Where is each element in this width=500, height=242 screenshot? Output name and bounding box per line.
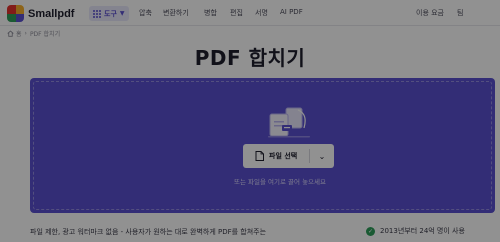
choose-file-label: 파일 선택: [269, 152, 298, 160]
breadcrumb-separator: ›: [24, 30, 27, 37]
breadcrumb-current: PDF 합치기: [29, 31, 61, 38]
chevron-down-icon[interactable]: ⌄: [310, 144, 334, 168]
drop-hint: 또는 파일을 여기로 끌어 놓으세요: [234, 178, 326, 186]
home-icon[interactable]: [7, 30, 14, 37]
check-circle-icon: ✓: [366, 226, 375, 236]
trust-badge: ✓ 2013년부터 24억 명이 사용: [366, 226, 465, 236]
logo[interactable]: Smallpdf: [7, 5, 74, 22]
page-title: PDF 합치기: [194, 46, 306, 70]
nav-pricing[interactable]: 이용 요금: [416, 8, 444, 18]
nav-compress[interactable]: 압축: [139, 8, 152, 18]
description-line-1: 파일 제한, 광고 워터마크 없음 - 사용자가 원하는 대로 완벽하게 PDF…: [30, 228, 267, 236]
files-illustration-icon: [268, 107, 310, 138]
file-icon: [255, 151, 264, 161]
nav-convert[interactable]: 변환하기: [163, 8, 189, 18]
logo-text: Smallpdf: [28, 7, 75, 20]
smallpdf-logo-icon: [7, 5, 24, 22]
trust-text: 2013년부터 24억 명이 사용: [380, 227, 465, 235]
choose-file-button[interactable]: 파일 선택 ⌄: [243, 144, 334, 168]
nav-edit[interactable]: 편집: [230, 8, 243, 18]
tools-menu-button[interactable]: 도구 ▼: [89, 6, 129, 21]
grid-icon: [93, 9, 101, 18]
nav-merge[interactable]: 병합: [204, 8, 217, 18]
choose-file-main[interactable]: 파일 선택: [243, 144, 309, 168]
breadcrumb-home[interactable]: 홈: [16, 29, 22, 38]
tools-label: 도구: [104, 9, 117, 18]
chevron-down-icon: ▼: [119, 10, 125, 17]
nav-team[interactable]: 팀: [457, 8, 463, 18]
breadcrumb: 홈 › PDF 합치기: [7, 29, 60, 38]
nav-sign[interactable]: 서명: [255, 8, 268, 18]
top-navigation: Smallpdf 도구 ▼ 압축 변환하기 병합 편집 서명 AI PDF 이용…: [0, 0, 500, 26]
nav-ai-pdf[interactable]: AI PDF: [280, 8, 303, 16]
